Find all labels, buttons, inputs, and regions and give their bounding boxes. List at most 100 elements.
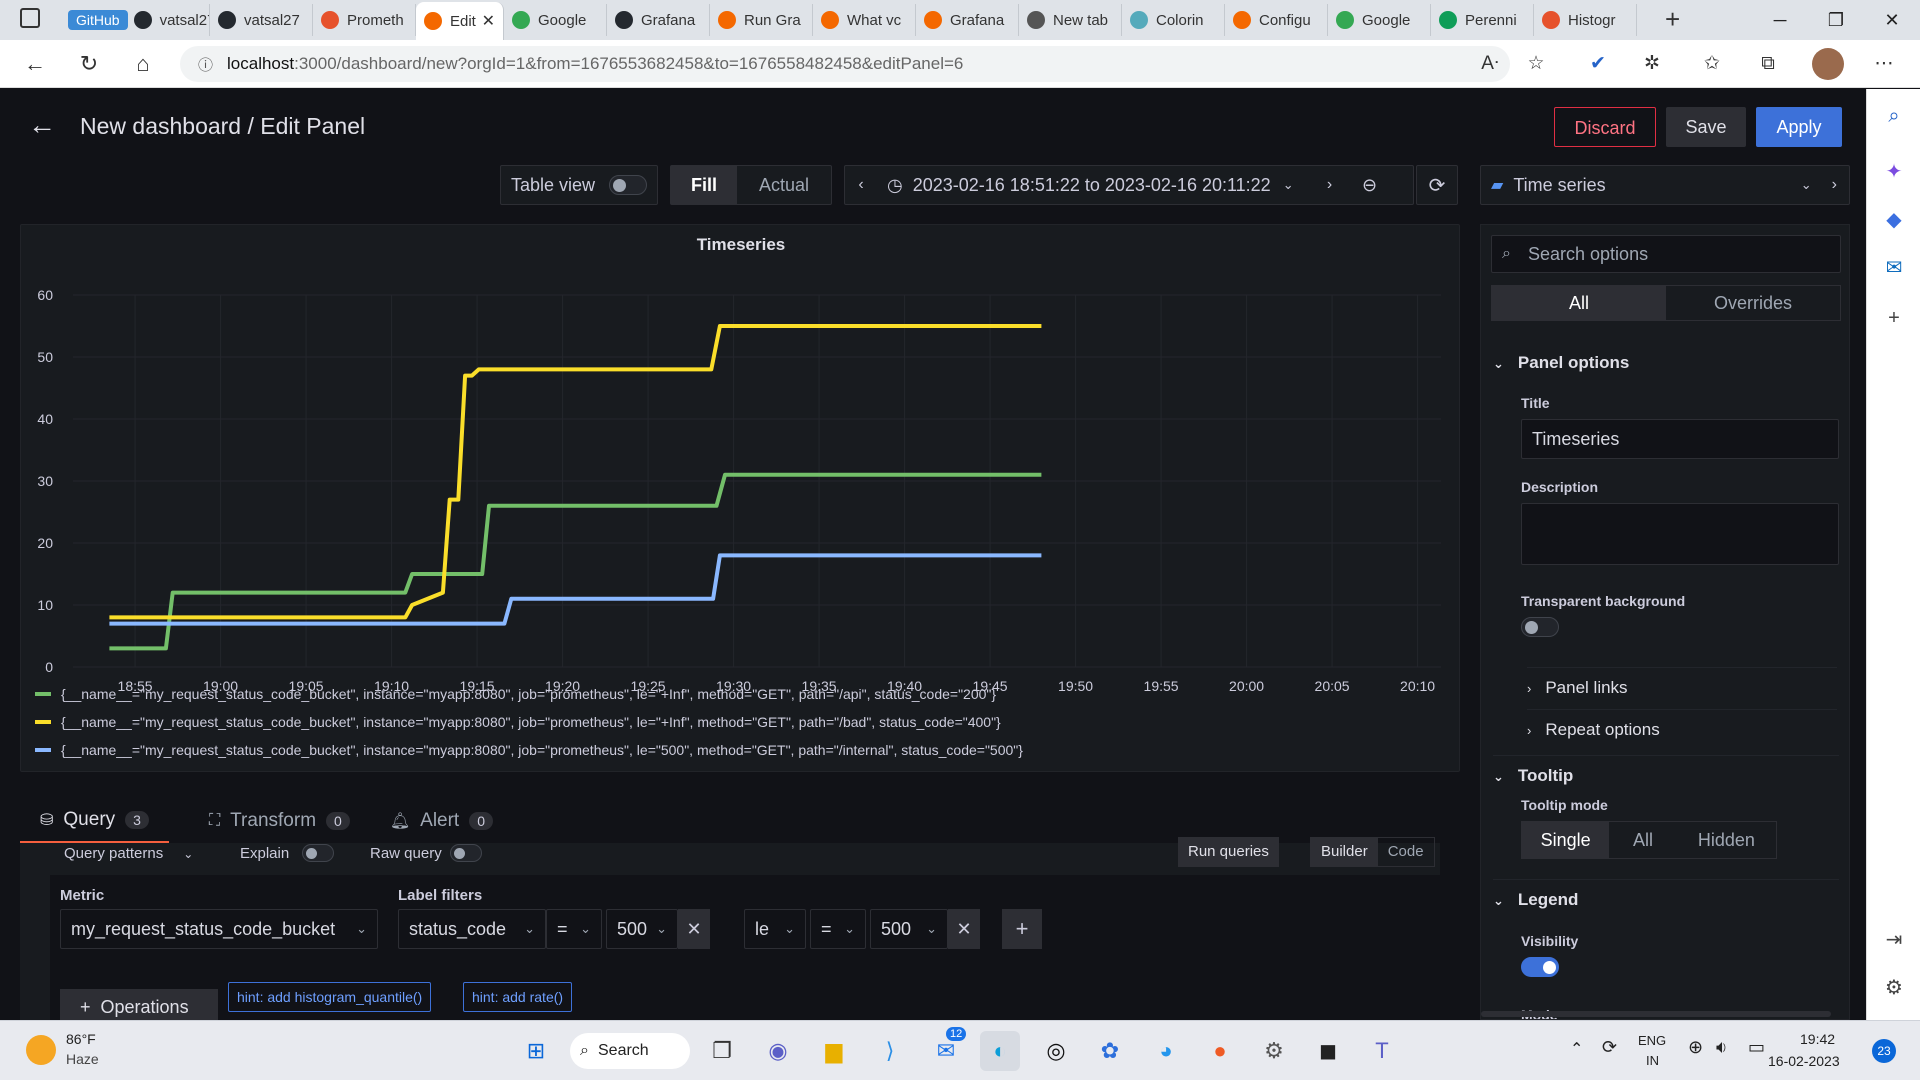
read-aloud-icon[interactable]: Aᐧ (1474, 48, 1506, 80)
tab-alert[interactable]: 🔔︎ Alert 0 (390, 804, 494, 844)
tab-actions-icon[interactable] (20, 8, 40, 28)
hint-histogram-quantile-button[interactable]: hint: add histogram_quantile() (228, 982, 432, 1012)
browser-tab[interactable]: vatsal27 (210, 4, 313, 36)
apply-button[interactable]: Apply (1756, 107, 1842, 147)
fill-button[interactable]: Fill (671, 166, 737, 204)
chevron-up-icon[interactable]: ⌃ (1570, 1039, 1583, 1059)
legend-header[interactable]: ⌄ Legend (1493, 879, 1839, 910)
browser-tab[interactable]: Configu (1225, 4, 1328, 36)
file-explorer-icon[interactable]: ▆ (814, 1031, 854, 1071)
clock-time[interactable]: 19:42 (1800, 1031, 1835, 1047)
battery-icon[interactable]: ▭ (1748, 1037, 1765, 1058)
office-icon[interactable]: ◆ (1882, 207, 1906, 231)
transparent-background-toggle[interactable] (1521, 617, 1559, 637)
site-info-icon[interactable]: ⓘ (198, 54, 213, 75)
tooltip-mode-all[interactable]: All (1609, 822, 1676, 858)
zoom-out-icon[interactable]: ⊖ (1350, 175, 1390, 196)
filter1-label-select[interactable]: status_code ⌄ (398, 909, 546, 949)
discard-button[interactable]: Discard (1554, 107, 1656, 147)
copilot-app-icon[interactable]: ✿ (1090, 1031, 1130, 1071)
actual-button[interactable]: Actual (737, 175, 831, 196)
search-icon[interactable]: ⌕ (1882, 105, 1906, 129)
edge-icon[interactable]: ◐ (980, 1031, 1020, 1071)
more-icon[interactable]: ⋯ (1868, 48, 1900, 80)
new-tab-icon[interactable]: + (1665, 4, 1680, 35)
add-filter-button[interactable]: + (1002, 909, 1042, 949)
time-back-icon[interactable]: ‹ (845, 176, 877, 194)
refresh-button[interactable]: ⟳ (1416, 165, 1458, 205)
close-window-icon[interactable]: ✕ (1864, 0, 1920, 40)
github-group-pill[interactable]: GitHub (68, 10, 128, 30)
browser-tab[interactable]: New tab (1019, 4, 1122, 36)
chevron-down-icon[interactable]: ⌄ (1283, 177, 1294, 193)
collections-icon[interactable]: ⧉ (1752, 48, 1784, 80)
legend-item[interactable]: {__name__="my_request_status_code_bucket… (35, 736, 1023, 764)
table-view-switch[interactable] (609, 175, 648, 195)
browser-tab[interactable]: Edit ✕ (416, 2, 504, 40)
visualization-picker[interactable]: ▰ Time series ⌄ › (1480, 165, 1850, 205)
chevron-right-icon[interactable]: › (1832, 176, 1837, 194)
hide-sidebar-icon[interactable]: ⇥ (1882, 927, 1906, 951)
save-button[interactable]: Save (1666, 107, 1746, 147)
docker-icon[interactable]: ◕ (1146, 1031, 1186, 1071)
run-queries-button[interactable]: Run queries (1178, 837, 1279, 867)
favorite-icon[interactable]: ☆ (1520, 48, 1552, 80)
browser-tab[interactable]: Perenni (1431, 4, 1534, 36)
raw-query-toggle[interactable] (450, 844, 482, 862)
lang-primary[interactable]: ENG (1638, 1033, 1666, 1048)
url-input[interactable]: ⓘ localhost :3000/dashboard/new?orgId=1&… (180, 46, 1510, 82)
description-input[interactable] (1521, 503, 1839, 565)
browser-tab[interactable]: GitHub vatsal27 (60, 4, 210, 36)
minimize-icon[interactable]: ─ (1752, 0, 1808, 40)
windows-start-icon[interactable]: ⊞ (516, 1031, 556, 1071)
remove-filter1-icon[interactable]: ✕ (678, 909, 710, 949)
sync-icon[interactable]: ⟳ (1602, 1037, 1617, 1058)
metric-select[interactable]: my_request_status_code_bucket ⌄ (60, 909, 378, 949)
copilot-icon[interactable]: ✦ (1882, 159, 1906, 183)
search-options-input[interactable]: ⌕ Search options (1491, 235, 1841, 273)
time-forward-icon[interactable]: › (1314, 176, 1346, 194)
table-view-toggle[interactable]: Table view (500, 165, 658, 205)
teams-chat-icon[interactable]: ◉ (758, 1031, 798, 1071)
back-icon[interactable]: ← (8, 51, 62, 77)
goland-icon[interactable]: ◼ (1308, 1031, 1348, 1071)
query-patterns-dropdown[interactable]: Query patterns ⌄ (64, 845, 193, 862)
time-range-picker[interactable]: 2023-02-16 18:51:22 to 2023-02-16 20:11:… (913, 175, 1271, 196)
options-scrollbar[interactable] (1481, 1011, 1831, 1017)
tab-all[interactable]: All (1492, 286, 1666, 320)
back-arrow-icon[interactable]: ← (28, 109, 56, 141)
settings-icon[interactable]: ⚙ (1882, 975, 1906, 999)
vscode-icon[interactable]: ⟩ (870, 1031, 910, 1071)
outlook-icon[interactable]: ✉ (1882, 255, 1906, 279)
filter2-value-select[interactable]: 500 ⌄ (870, 909, 948, 949)
builder-button[interactable]: Builder (1311, 838, 1378, 866)
network-icon[interactable]: ⊕ (1688, 1037, 1703, 1058)
browser-tab[interactable]: Colorin (1122, 4, 1225, 36)
filter2-operator-select[interactable]: = ⌄ (810, 909, 866, 949)
refresh-icon[interactable]: ↻ (62, 51, 116, 77)
remove-filter2-icon[interactable]: ✕ (948, 909, 980, 949)
legend-visibility-toggle[interactable] (1521, 957, 1559, 977)
task-view-icon[interactable]: ❐ (702, 1031, 742, 1071)
tab-overrides[interactable]: Overrides (1666, 286, 1840, 320)
browser-tab[interactable]: Grafana (916, 4, 1019, 36)
panel-options-header[interactable]: ⌄ Panel options (1493, 353, 1629, 373)
chevron-down-icon[interactable]: ⌄ (1801, 177, 1812, 193)
teams-icon[interactable]: T (1362, 1031, 1402, 1071)
dell-icon[interactable]: ◎ (1036, 1031, 1076, 1071)
close-tab-icon[interactable]: ✕ (482, 11, 495, 31)
tooltip-mode-hidden[interactable]: Hidden (1677, 822, 1776, 858)
avatar[interactable] (1812, 48, 1844, 80)
tooltip-header[interactable]: ⌄ Tooltip (1493, 755, 1839, 786)
browser-tab[interactable]: Histogr (1534, 4, 1637, 36)
tooltip-mode-single[interactable]: Single (1522, 822, 1610, 858)
browser-tab[interactable]: Prometh (313, 4, 416, 36)
legend-item[interactable]: {__name__="my_request_status_code_bucket… (35, 708, 1023, 736)
browser-tab[interactable]: Run Gra (710, 4, 813, 36)
notification-badge[interactable]: 23 (1872, 1039, 1896, 1063)
tab-query[interactable]: ⛁ Query 3 (20, 804, 169, 844)
browser-tab[interactable]: Google (1328, 4, 1431, 36)
filter2-label-select[interactable]: le ⌄ (744, 909, 806, 949)
repeat-options-header[interactable]: › Repeat options (1527, 709, 1837, 740)
panel-links-header[interactable]: › Panel links (1527, 667, 1837, 698)
